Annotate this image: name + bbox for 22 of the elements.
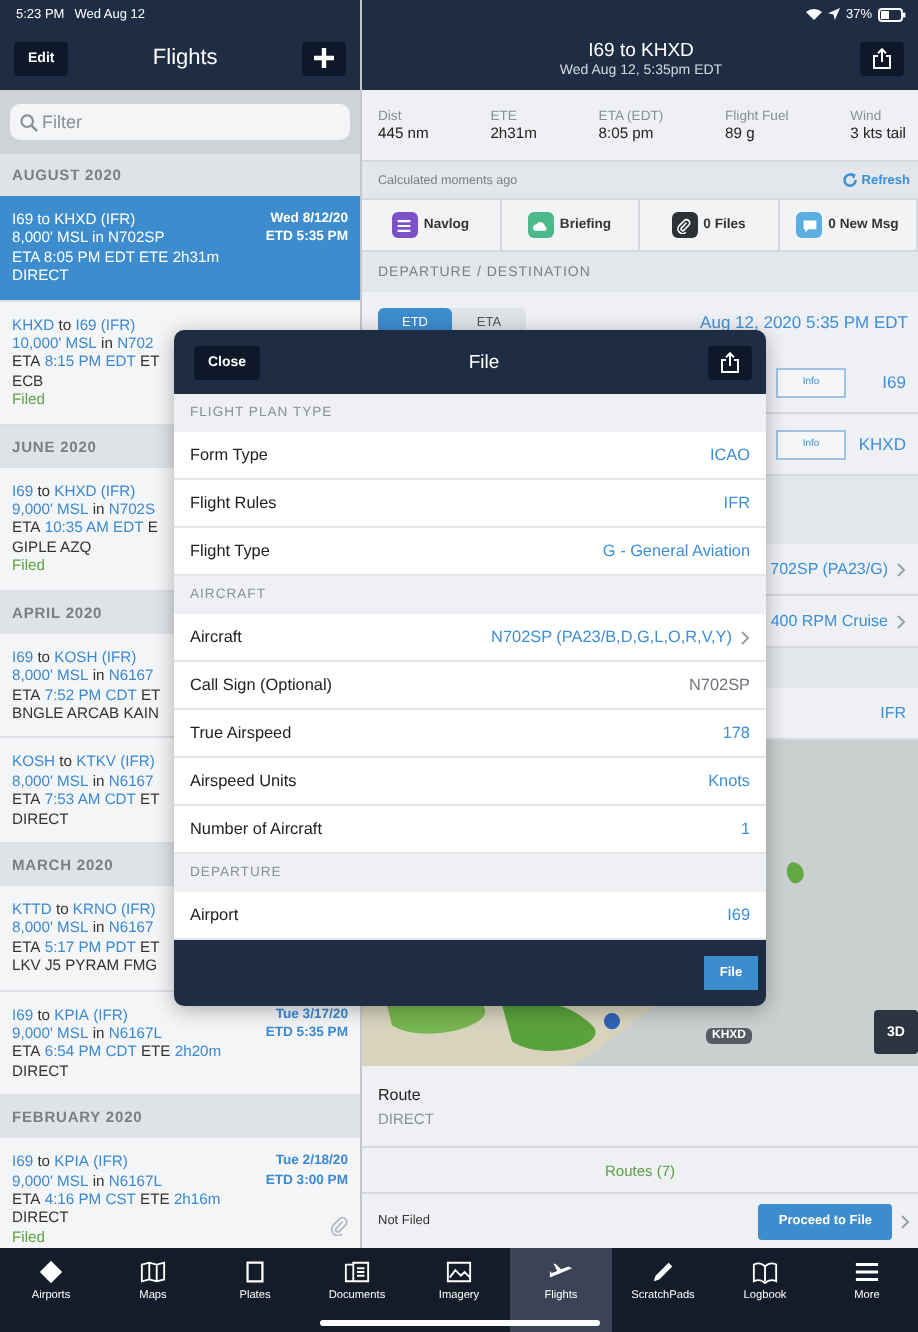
field-value: I69 bbox=[727, 906, 750, 924]
field-label: Call Sign (Optional) bbox=[190, 676, 334, 694]
flight-title: I69 to KHXD bbox=[588, 40, 694, 62]
field-label: Airport bbox=[190, 906, 241, 924]
dialog-title: File bbox=[468, 351, 500, 373]
field-label: Flight Type bbox=[190, 542, 272, 560]
field-value: N702SP bbox=[689, 676, 750, 694]
field-label: Flight Rules bbox=[190, 494, 279, 512]
field-label: Number of Aircraft bbox=[190, 820, 324, 838]
field-label: Airspeed Units bbox=[190, 772, 299, 790]
route-label: Route bbox=[378, 1085, 423, 1103]
field-value: 178 bbox=[722, 724, 750, 742]
field-label: True Airspeed bbox=[190, 724, 294, 742]
field-value: IFR bbox=[723, 494, 750, 512]
field-value: 1 bbox=[740, 820, 750, 838]
field-value: Knots bbox=[708, 772, 750, 790]
field-value: ICAO bbox=[709, 446, 750, 464]
field-value: G - General Aviation bbox=[602, 542, 750, 560]
field-label: Aircraft bbox=[190, 628, 244, 646]
field-value: N702SP (PA23/B,D,G,L,O,R,V,Y) bbox=[491, 628, 732, 646]
field-label: Form Type bbox=[190, 446, 270, 464]
sidebar-title: Flights bbox=[152, 46, 218, 70]
